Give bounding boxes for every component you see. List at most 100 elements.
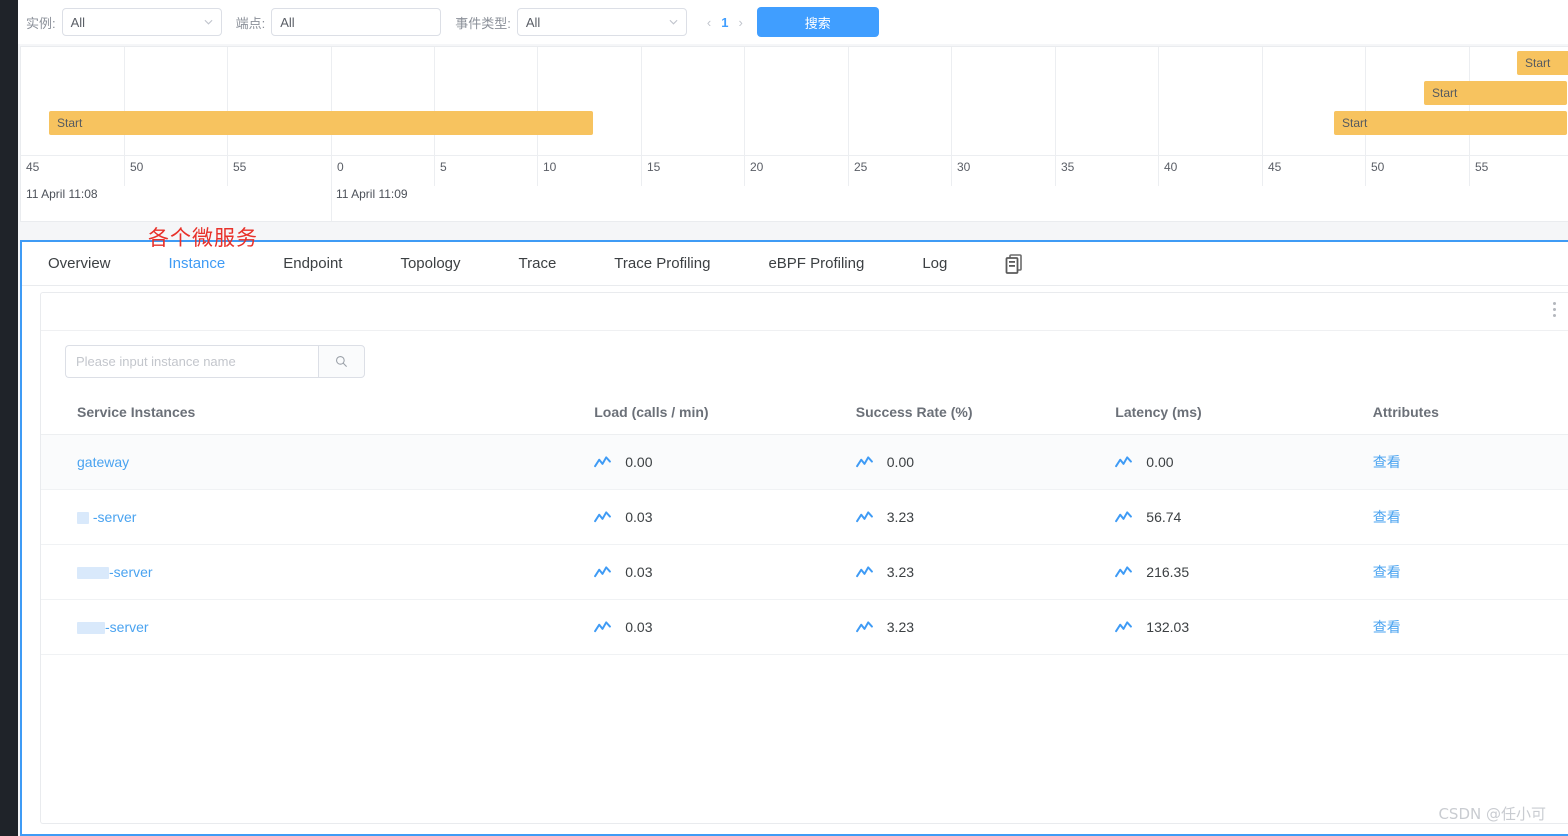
cell-service-instance: -server	[41, 544, 595, 600]
card-header	[41, 293, 1568, 331]
timeline-date-row: 11 April 11:08 11 April 11:09	[21, 185, 1568, 221]
table-row[interactable]: gateway 0.00 0.00 0.00 查看	[41, 434, 1568, 490]
cell-load: 0.00	[594, 434, 856, 490]
sparkline-icon	[594, 620, 612, 632]
tab-ebpf-profiling[interactable]: eBPF Profiling	[768, 255, 864, 272]
table-row[interactable]: -server 0.03 3.23 216.35 查看	[41, 544, 1568, 600]
timeline-gridline	[744, 47, 745, 155]
pagination-current-page[interactable]: 1	[721, 15, 728, 30]
timeline-tick-label: 0	[331, 156, 344, 186]
tab-endpoint[interactable]: Endpoint	[283, 255, 342, 272]
timeline-event-bar[interactable]: Start	[49, 111, 593, 135]
timeline-tick-label: 10	[537, 156, 556, 186]
column-header-latency: Latency (ms)	[1115, 396, 1373, 435]
redacted-block	[77, 567, 109, 580]
tab-topology[interactable]: Topology	[400, 255, 460, 272]
sparkline-icon	[1115, 620, 1133, 632]
event-timeline-card: Start Start Start Start 45 50 55 0 5 10 15 20 25 30 3…	[20, 46, 1568, 222]
cell-latency: 56.74	[1115, 489, 1373, 545]
metric-value: 56.74	[1146, 509, 1182, 525]
event-type-filter-select[interactable]: All	[516, 8, 687, 36]
metric-value: 0.00	[886, 454, 915, 470]
cell-latency: 216.35	[1115, 544, 1373, 600]
tab-log[interactable]: Log	[922, 255, 947, 272]
annotation-microservices: 各个微服务	[148, 226, 258, 250]
cell-latency: 132.03	[1115, 599, 1373, 655]
metric-value: 0.03	[625, 509, 653, 525]
cell-load: 0.03	[594, 599, 856, 655]
search-button[interactable]: 搜索	[756, 7, 879, 37]
instance-name-link[interactable]: -server	[77, 619, 149, 635]
instance-filter-value: All	[70, 14, 86, 30]
view-attributes-link[interactable]: 查看	[1373, 509, 1401, 525]
timeline-tick-label: 5	[434, 156, 447, 186]
timeline-date-label: 11 April 11:08	[26, 187, 98, 201]
timeline-gridline	[848, 47, 849, 155]
view-attributes-link[interactable]: 查看	[1373, 619, 1401, 635]
cell-load: 0.03	[594, 544, 856, 600]
sparkline-icon	[594, 455, 612, 467]
timeline-event-bar[interactable]: Start	[1517, 51, 1568, 75]
metric-value: 132.03	[1146, 619, 1190, 635]
tab-overview[interactable]: Overview	[48, 255, 111, 272]
metric-value: 3.23	[886, 564, 915, 580]
endpoint-filter-label: 端点:	[235, 15, 266, 31]
timeline-tick-label: 25	[848, 156, 867, 186]
timeline-gridline	[331, 47, 332, 155]
cell-service-instance: -server	[41, 489, 595, 545]
column-header-service-instances: Service Instances	[41, 396, 595, 435]
timeline-event-bar[interactable]: Start	[1424, 81, 1567, 105]
view-attributes-link[interactable]: 查看	[1373, 564, 1401, 580]
timeline-gridline	[1262, 47, 1263, 155]
event-type-filter-label: 事件类型:	[455, 15, 511, 31]
service-instances-table: Service Instances Load (calls / min) Suc…	[41, 396, 1568, 655]
sparkline-icon	[594, 510, 612, 522]
sparkline-icon	[594, 565, 612, 577]
instance-filter-label: 实例:	[26, 15, 56, 31]
sparkline-icon	[855, 510, 873, 522]
instance-search-row	[41, 331, 1568, 378]
timeline-gridline	[124, 47, 125, 155]
timeline-gridline	[641, 47, 642, 155]
instance-filter-select[interactable]: All	[61, 8, 222, 36]
more-vertical-icon[interactable]	[1553, 302, 1556, 317]
instance-name-link[interactable]: -server	[77, 564, 153, 580]
left-rail	[0, 0, 18, 836]
table-row[interactable]: -server 0.03 3.23 132.03 查看	[41, 599, 1568, 655]
tab-instance[interactable]: Instance	[169, 255, 226, 272]
timeline-event-bar[interactable]: Start	[1334, 111, 1567, 135]
metric-value: 3.23	[886, 619, 915, 635]
cell-attributes: 查看	[1372, 489, 1568, 545]
column-header-load: Load (calls / min)	[594, 396, 856, 435]
search-icon[interactable]	[318, 345, 365, 378]
search-input[interactable]	[65, 345, 318, 378]
timeline-gridline	[227, 47, 228, 155]
timeline-gridline	[951, 47, 952, 155]
timeline-plot: Start Start Start Start	[21, 47, 1568, 155]
timeline-axis: 45 50 55 0 5 10 15 20 25 30 35 40 45 50 55	[21, 155, 1568, 186]
pagination-next-icon[interactable]: ›	[738, 16, 742, 29]
timeline-tick-label: 15	[641, 156, 660, 186]
timeline-tick-label: 30	[951, 156, 970, 186]
endpoint-filter-input[interactable]: All	[271, 8, 442, 36]
table-row[interactable]: -server 0.03 3.23 56.74 查看	[41, 489, 1568, 545]
instance-list-card: Service Instances Load (calls / min) Suc…	[40, 292, 1568, 824]
watermark: CSDN @任小可	[1438, 805, 1546, 823]
instance-name-link[interactable]: gateway	[77, 454, 129, 470]
tab-trace-profiling[interactable]: Trace Profiling	[614, 255, 710, 272]
pagination-prev-icon[interactable]: ‹	[707, 16, 711, 29]
cell-success-rate: 3.23	[855, 489, 1116, 545]
metric-value: 0.00	[1146, 454, 1174, 470]
view-attributes-link[interactable]: 查看	[1373, 454, 1401, 470]
chevron-down-icon	[669, 18, 678, 27]
column-header-attributes: Attributes	[1372, 396, 1568, 435]
filter-bar: 实例: All 端点: All 事件类型: All ‹ 1 › 搜索	[18, 0, 1568, 44]
tab-trace[interactable]: Trace	[519, 255, 557, 272]
timeline-tick-label: 55	[227, 156, 246, 186]
instance-name-link[interactable]: -server	[77, 509, 136, 525]
column-header-success-rate: Success Rate (%)	[855, 396, 1116, 435]
timeline-tick-label: 55	[1469, 156, 1488, 186]
copy-icon[interactable]	[1005, 253, 1023, 274]
service-detail-panel: Overview Instance Endpoint Topology Trace Tra…	[20, 240, 1568, 836]
cell-load: 0.03	[594, 489, 856, 545]
